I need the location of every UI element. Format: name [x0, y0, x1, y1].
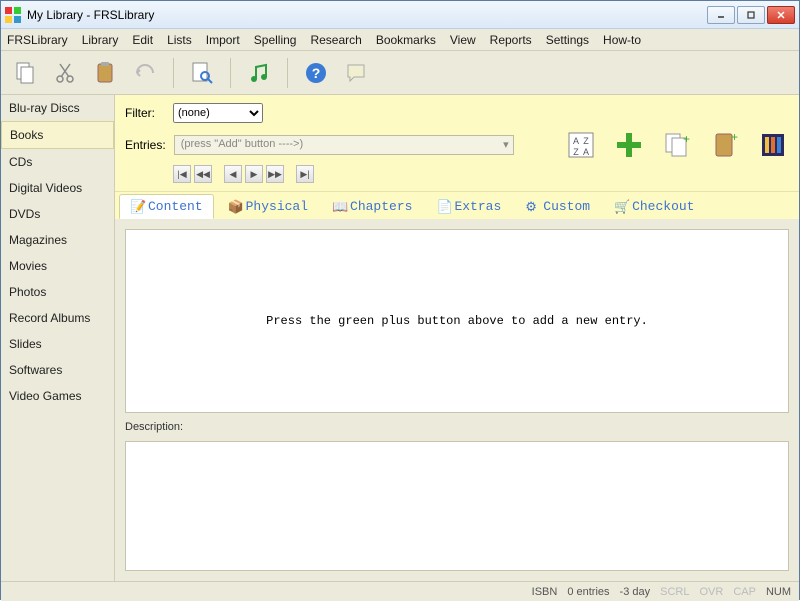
tab-custom[interactable]: ⚙Custom: [515, 194, 600, 219]
description-box[interactable]: [125, 441, 789, 571]
entries-label: Entries:: [125, 138, 166, 152]
filter-select[interactable]: (none): [173, 103, 263, 123]
menu-howto[interactable]: How-to: [603, 33, 641, 47]
sidebar-item-digital-videos[interactable]: Digital Videos: [1, 175, 114, 201]
library-icon[interactable]: [757, 129, 789, 161]
minimize-button[interactable]: [707, 6, 735, 24]
svg-text:A: A: [583, 147, 589, 157]
music-icon[interactable]: [243, 57, 275, 89]
workarea: Press the green plus button above to add…: [115, 219, 799, 581]
status-entries: 0 entries: [567, 586, 609, 598]
description-label: Description:: [125, 421, 789, 433]
titlebar: My Library - FRSLibrary: [1, 1, 799, 29]
filter-bar: Filter: (none) Entries: (press "Add" but…: [115, 95, 799, 192]
menu-bookmarks[interactable]: Bookmarks: [376, 33, 436, 47]
menu-frslibrary[interactable]: FRSLibrary: [7, 33, 68, 47]
nav-prev-page-icon[interactable]: ◀◀: [194, 165, 212, 183]
menu-reports[interactable]: Reports: [490, 33, 532, 47]
status-days: -3 day: [620, 586, 651, 598]
edit-icon: 📝: [130, 200, 144, 214]
tabs: 📝Content 📦Physical 📖Chapters 📄Extras ⚙Cu…: [115, 192, 799, 219]
app-icon: [5, 7, 21, 23]
sort-az-icon[interactable]: AZZA: [565, 129, 597, 161]
maximize-button[interactable]: [737, 6, 765, 24]
window-title: My Library - FRSLibrary: [27, 8, 707, 22]
close-button[interactable]: [767, 6, 795, 24]
sidebar-item-softwares[interactable]: Softwares: [1, 357, 114, 383]
menu-edit[interactable]: Edit: [132, 33, 153, 47]
cut-icon[interactable]: [49, 57, 81, 89]
copy-entry-icon[interactable]: +: [661, 129, 693, 161]
sidebar-item-movies[interactable]: Movies: [1, 253, 114, 279]
tab-checkout[interactable]: 🛒Checkout: [604, 194, 704, 219]
toolbar: ?: [1, 51, 799, 95]
cart-icon: 🛒: [614, 200, 628, 214]
paste-icon[interactable]: [89, 57, 121, 89]
svg-text:+: +: [683, 132, 690, 146]
sidebar-item-bluray[interactable]: Blu-ray Discs: [1, 95, 114, 121]
sidebar-item-photos[interactable]: Photos: [1, 279, 114, 305]
svg-text:?: ?: [312, 65, 321, 81]
nav-prev-icon[interactable]: ◀: [224, 165, 242, 183]
paste-entry-icon[interactable]: +: [709, 129, 741, 161]
sidebar: Blu-ray Discs Books CDs Digital Videos D…: [1, 95, 115, 581]
status-num: NUM: [766, 586, 791, 598]
menu-spelling[interactable]: Spelling: [254, 33, 297, 47]
box-icon: 📦: [228, 200, 242, 214]
entries-combo[interactable]: (press "Add" button ---->): [174, 135, 514, 155]
nav-first-icon[interactable]: |◀: [173, 165, 191, 183]
status-scrl: SCRL: [660, 586, 689, 598]
nav-next-page-icon[interactable]: ▶▶: [266, 165, 284, 183]
main-panel: Press the green plus button above to add…: [125, 229, 789, 413]
menu-view[interactable]: View: [450, 33, 476, 47]
nav-last-icon[interactable]: ▶|: [296, 165, 314, 183]
menu-research[interactable]: Research: [310, 33, 361, 47]
sidebar-item-record-albums[interactable]: Record Albums: [1, 305, 114, 331]
page-icon: 📄: [436, 200, 450, 214]
find-icon[interactable]: [186, 57, 218, 89]
book-icon: 📖: [332, 200, 346, 214]
statusbar: ISBN 0 entries -3 day SCRL OVR CAP NUM: [1, 581, 799, 601]
tab-content[interactable]: 📝Content: [119, 194, 214, 219]
svg-text:Z: Z: [573, 147, 579, 157]
status-isbn: ISBN: [532, 586, 558, 598]
menubar: FRSLibrary Library Edit Lists Import Spe…: [1, 29, 799, 51]
tab-physical[interactable]: 📦Physical: [218, 194, 318, 219]
sidebar-item-books[interactable]: Books: [1, 121, 114, 149]
copy-icon[interactable]: [9, 57, 41, 89]
tab-chapters[interactable]: 📖Chapters: [322, 194, 422, 219]
nav-next-icon[interactable]: ▶: [245, 165, 263, 183]
speech-icon[interactable]: [340, 57, 372, 89]
add-button[interactable]: [613, 129, 645, 161]
filter-label: Filter:: [125, 106, 165, 120]
svg-text:+: +: [731, 131, 738, 144]
sidebar-item-dvds[interactable]: DVDs: [1, 201, 114, 227]
help-icon[interactable]: ?: [300, 57, 332, 89]
tab-extras[interactable]: 📄Extras: [426, 194, 511, 219]
sidebar-item-slides[interactable]: Slides: [1, 331, 114, 357]
menu-library[interactable]: Library: [82, 33, 119, 47]
undo-icon[interactable]: [129, 57, 161, 89]
menu-import[interactable]: Import: [206, 33, 240, 47]
menu-settings[interactable]: Settings: [546, 33, 589, 47]
menu-lists[interactable]: Lists: [167, 33, 192, 47]
empty-message: Press the green plus button above to add…: [266, 314, 648, 328]
sidebar-item-cds[interactable]: CDs: [1, 149, 114, 175]
sidebar-item-magazines[interactable]: Magazines: [1, 227, 114, 253]
svg-text:A: A: [573, 136, 579, 146]
status-cap: CAP: [733, 586, 756, 598]
gear-icon: ⚙: [525, 200, 539, 214]
status-ovr: OVR: [699, 586, 723, 598]
sidebar-item-video-games[interactable]: Video Games: [1, 383, 114, 409]
svg-text:Z: Z: [583, 136, 589, 146]
